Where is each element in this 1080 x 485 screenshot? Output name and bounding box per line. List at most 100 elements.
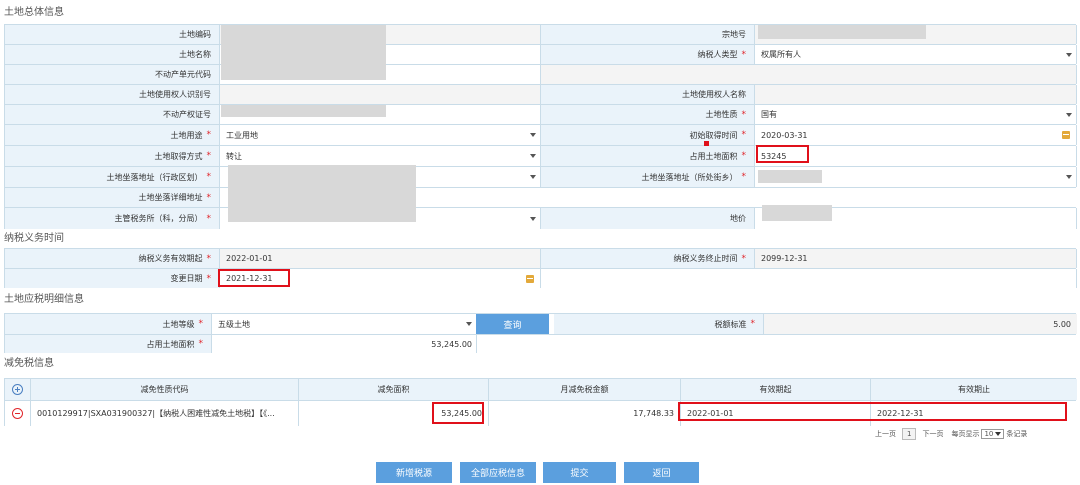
redacted-block bbox=[758, 170, 822, 183]
calendar-icon[interactable] bbox=[526, 274, 534, 283]
required-mark: * bbox=[741, 49, 747, 60]
land-name-label: 土地名称 bbox=[179, 50, 211, 59]
parcel-no-label: 宗地号 bbox=[722, 30, 746, 39]
delete-row-button[interactable] bbox=[5, 401, 31, 426]
use-select[interactable]: 工业用地 bbox=[220, 125, 541, 145]
start-label: 纳税义务有效期起 bbox=[138, 254, 203, 263]
column-header: 减免面积 bbox=[377, 385, 410, 394]
end-label: 纳税义务终止时间 bbox=[673, 254, 738, 263]
acq-time-field[interactable]: 2020-03-31 bbox=[755, 125, 1077, 145]
relief-monthly-cell[interactable]: 17,748.33 bbox=[489, 401, 681, 426]
submit-button[interactable]: 提交 bbox=[543, 462, 616, 483]
chevron-down-icon bbox=[530, 216, 536, 221]
addr-detail-label: 土地坐落详细地址 bbox=[138, 193, 203, 202]
acq-method-select[interactable]: 转让 bbox=[220, 146, 541, 166]
minus-circle-icon[interactable] bbox=[12, 408, 23, 419]
chevron-down-icon bbox=[530, 175, 536, 179]
relief-code-cell[interactable]: 0010129917|SXA031900327|【纳税人困难性减免土地税】【《.… bbox=[31, 401, 299, 426]
column-header: 有效期止 bbox=[958, 385, 990, 394]
pagination: 上一页 1 下一页 每页显示 10 条记录 bbox=[875, 428, 1027, 440]
chevron-down-icon bbox=[1066, 175, 1072, 179]
detail-area-value: 53,245.00 bbox=[431, 339, 472, 349]
tax-std-label: 税额标准 bbox=[714, 319, 747, 329]
add-row-button[interactable] bbox=[5, 379, 31, 400]
column-header: 月减免税金额 bbox=[560, 385, 609, 394]
plus-circle-icon[interactable] bbox=[12, 384, 23, 395]
per-page-select[interactable]: 10 bbox=[981, 429, 1005, 439]
end-value: 2099-12-31 bbox=[761, 254, 808, 263]
use-label: 土地用途 bbox=[170, 130, 203, 140]
page-number[interactable]: 1 bbox=[902, 428, 917, 440]
relief-code-value: 0010129917|SXA031900327|【纳税人困难性减免土地税】【《.… bbox=[37, 409, 275, 418]
redacted-block bbox=[758, 25, 926, 39]
redacted-block bbox=[221, 25, 386, 80]
highlight-box bbox=[432, 402, 484, 424]
section-title-tax-period: 纳税义务时间 bbox=[4, 233, 64, 244]
highlight-box bbox=[678, 402, 1067, 421]
calendar-icon[interactable] bbox=[1062, 131, 1070, 139]
query-button[interactable]: 查询 bbox=[476, 314, 549, 334]
next-page-link[interactable]: 下一页 bbox=[922, 429, 943, 439]
taxpayer-type-select[interactable]: 权属所有人 bbox=[755, 45, 1077, 64]
chevron-down-icon bbox=[995, 432, 1002, 436]
tax-std-value: 5.00 bbox=[1053, 319, 1071, 329]
grade-value: 五级土地 bbox=[218, 319, 250, 329]
grade-select[interactable]: 五级土地 bbox=[212, 314, 477, 334]
empty-cell bbox=[541, 65, 1077, 84]
acq-method-label: 土地取得方式 bbox=[154, 151, 203, 161]
addr-district-label: 土地坐落地址（行政区划） bbox=[106, 172, 203, 182]
area-label: 占用土地面积 bbox=[689, 151, 738, 161]
chevron-down-icon bbox=[530, 133, 536, 137]
redacted-block bbox=[221, 105, 386, 117]
grade-label: 土地等级 bbox=[162, 319, 195, 329]
user-name-label: 土地使用权人名称 bbox=[682, 90, 746, 99]
acq-time-label: 初始取得时间 bbox=[689, 130, 738, 140]
section-title-overall: 土地总体信息 bbox=[4, 7, 64, 18]
highlight-box bbox=[756, 145, 809, 163]
chevron-down-icon bbox=[530, 154, 536, 158]
relief-monthly-value: 17,748.33 bbox=[633, 409, 674, 418]
use-value: 工业用地 bbox=[226, 130, 258, 140]
addr-street-label: 土地坐落地址（所处街乡） bbox=[641, 172, 738, 182]
cert-label: 不动产权证号 bbox=[163, 110, 211, 119]
office-label: 主管税务所（科，分局） bbox=[114, 214, 203, 223]
user-id-label: 土地使用权人识别号 bbox=[139, 90, 211, 99]
column-header: 有效期起 bbox=[759, 385, 792, 394]
empty-cell bbox=[477, 335, 1077, 353]
prev-page-link[interactable]: 上一页 bbox=[875, 429, 896, 439]
end-field[interactable]: 2099-12-31 bbox=[755, 249, 1077, 268]
tax-std-field[interactable]: 5.00 bbox=[764, 314, 1077, 334]
detail-area-field[interactable]: 53,245.00 bbox=[212, 335, 477, 353]
detail-area-label: 占用土地面积 bbox=[146, 339, 195, 349]
chevron-down-icon bbox=[1066, 112, 1072, 117]
records-unit: 条记录 bbox=[1006, 430, 1028, 438]
redacted-block bbox=[228, 165, 416, 222]
all-tax-info-button[interactable]: 全部应税信息 bbox=[460, 462, 536, 483]
taxpayer-type-value: 权属所有人 bbox=[761, 50, 801, 59]
nature-label: 土地性质 bbox=[705, 110, 738, 119]
user-name-field[interactable] bbox=[755, 85, 1077, 104]
property-unit-label: 不动产单元代码 bbox=[155, 70, 211, 79]
start-field[interactable]: 2022-01-01 bbox=[220, 249, 541, 268]
chevron-down-icon bbox=[1066, 52, 1072, 57]
per-page-label: 每页显示 bbox=[951, 430, 980, 438]
add-tax-source-button[interactable]: 新增税源 bbox=[376, 462, 452, 483]
overall-form: 土地编码 宗地号 土地名称 纳税人类型 * 权属所有人 不动产单元代码 土地使用权… bbox=[4, 24, 1077, 229]
acq-method-value: 转让 bbox=[226, 151, 242, 161]
start-value: 2022-01-01 bbox=[226, 254, 273, 263]
tax-period-form: 纳税义务有效期起 * 2022-01-01 纳税义务终止时间 * 2099-12-3… bbox=[4, 248, 1077, 288]
user-id-field[interactable] bbox=[220, 85, 541, 104]
section-title-relief: 减免税信息 bbox=[4, 358, 54, 369]
per-page-value: 10 bbox=[984, 430, 994, 438]
change-date-label: 变更日期 bbox=[170, 274, 203, 283]
marker-dot bbox=[704, 141, 709, 146]
highlight-box bbox=[218, 269, 290, 287]
redacted-block bbox=[762, 205, 832, 221]
price-label: 地价 bbox=[730, 214, 746, 223]
nature-select[interactable]: 国有 bbox=[755, 105, 1077, 124]
back-button[interactable]: 返回 bbox=[624, 462, 699, 483]
empty-cell bbox=[541, 269, 1077, 288]
chevron-down-icon bbox=[466, 322, 472, 326]
column-header: 减免性质代码 bbox=[140, 385, 189, 394]
acq-time-value: 2020-03-31 bbox=[761, 130, 808, 140]
